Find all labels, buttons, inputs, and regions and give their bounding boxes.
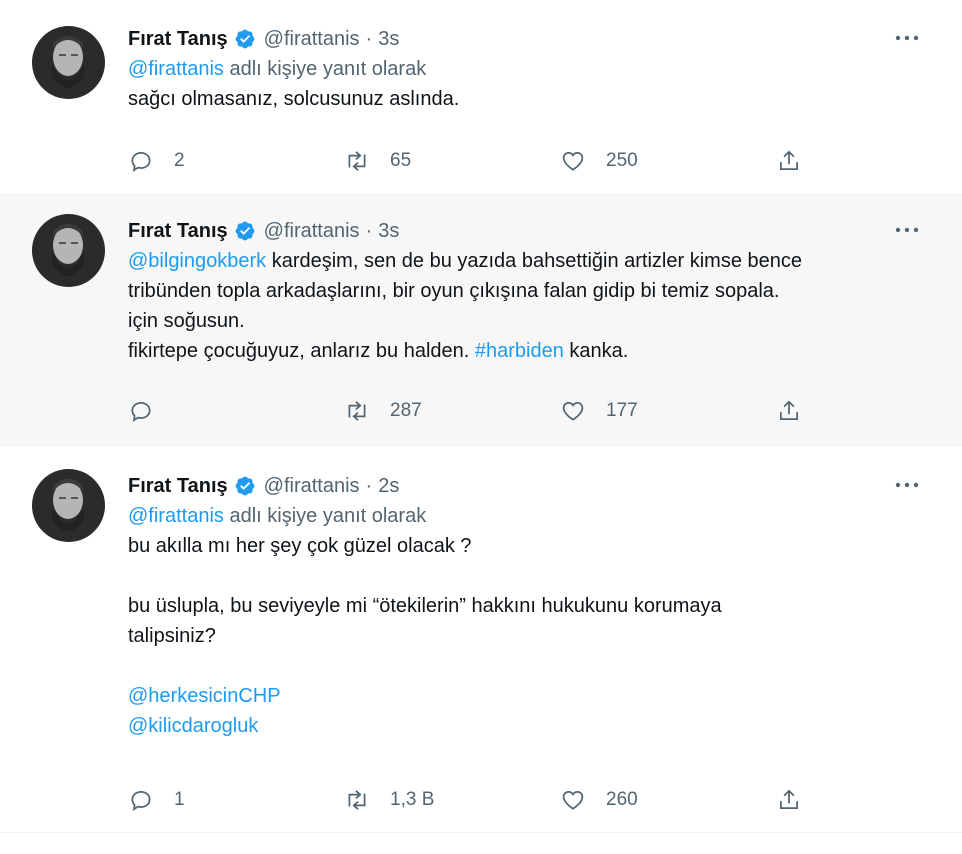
retweet-button[interactable]: 1,3 B xyxy=(344,787,560,813)
tweet-text-line: fikirtepe çocuğuyuz, anlarız bu halden. … xyxy=(128,336,922,366)
heart-icon xyxy=(562,402,584,421)
author-handle[interactable]: @firattanis xyxy=(264,475,360,498)
mention-link[interactable]: @bilgingokberk xyxy=(128,250,266,272)
author-handle[interactable]: @firattanis xyxy=(264,220,360,243)
tweet-text: @bilgingokberk kardeşim, sen de bu yazıd… xyxy=(128,246,922,366)
heart-icon xyxy=(562,152,584,171)
reply-context: @firattanis adlı kişiye yanıt olarak xyxy=(128,54,922,84)
share-icon xyxy=(780,400,798,420)
like-button[interactable]: 177 xyxy=(560,398,776,424)
like-button[interactable]: 260 xyxy=(560,787,776,813)
more-icon[interactable] xyxy=(892,473,922,497)
tweet-actions: 287 177 xyxy=(128,396,822,426)
retweet-icon xyxy=(348,151,366,171)
mention-link[interactable]: @firattanis xyxy=(128,58,224,80)
retweet-button[interactable]: 287 xyxy=(344,398,560,424)
tweet[interactable]: Fırat Tanış @firattanis · 2s @firattanis… xyxy=(0,447,962,833)
separator-dot: · xyxy=(365,474,373,497)
tweet-text-line: bu üslupla, bu seviyeyle mi “ötekilerin”… xyxy=(128,595,722,617)
text-segment: fikirtepe çocuğuyuz, anlarız bu halden. xyxy=(128,340,475,362)
separator-dot: · xyxy=(365,27,373,50)
mention-link[interactable]: @firattanis xyxy=(128,505,224,527)
timestamp[interactable]: 3s xyxy=(378,28,399,51)
share-button[interactable] xyxy=(776,148,822,174)
verified-badge-icon xyxy=(234,475,256,497)
hashtag-link[interactable]: #harbiden xyxy=(475,340,564,362)
like-button[interactable]: 250 xyxy=(560,148,776,174)
avatar[interactable] xyxy=(32,469,105,542)
separator-dot: · xyxy=(365,219,373,242)
tweet-text-line: talipsiniz? xyxy=(128,625,216,647)
tweet-text: bu akılla mı her şey çok güzel olacak ? … xyxy=(128,531,922,741)
reply-context-text: adlı kişiye yanıt olarak xyxy=(223,505,427,527)
reply-button[interactable] xyxy=(128,398,344,424)
reply-icon xyxy=(131,791,151,811)
retweet-count: 65 xyxy=(390,150,412,171)
timestamp[interactable]: 2s xyxy=(378,475,399,498)
more-icon[interactable] xyxy=(892,218,922,242)
tweet-focused[interactable]: Fırat Tanış @firattanis · 3s @bilgingokb… xyxy=(0,194,962,448)
tweet-header: Fırat Tanış @firattanis · 2s xyxy=(128,471,922,501)
retweet-icon xyxy=(348,401,366,421)
tweet-actions: 1 1,3 B 260 xyxy=(128,785,822,815)
text-segment: kanka. xyxy=(563,340,629,362)
like-count: 250 xyxy=(606,150,638,171)
tweet-header: Fırat Tanış @firattanis · 3s xyxy=(128,216,922,246)
share-button[interactable] xyxy=(776,398,822,424)
reply-context: @firattanis adlı kişiye yanıt olarak xyxy=(128,501,922,531)
more-icon[interactable] xyxy=(892,26,922,50)
tweet-actions: 2 65 250 xyxy=(128,146,822,176)
author-name[interactable]: Fırat Tanış xyxy=(128,475,228,498)
mention-link[interactable]: @kilicdarogluk xyxy=(128,711,922,741)
retweet-count: 287 xyxy=(390,400,422,421)
tweet-text-line: bu akılla mı her şey çok güzel olacak ? xyxy=(128,535,472,557)
like-count: 260 xyxy=(606,789,638,810)
reply-button[interactable]: 2 xyxy=(128,148,344,174)
tweet-text-line: tribünden topla arkadaşlarını, bir oyun … xyxy=(128,280,780,302)
author-handle[interactable]: @firattanis xyxy=(264,28,360,51)
timestamp[interactable]: 3s xyxy=(378,220,399,243)
retweet-count: 1,3 B xyxy=(390,789,435,810)
avatar[interactable] xyxy=(32,214,105,287)
tweet-text-line: için soğusun. xyxy=(128,310,245,332)
reply-count: 1 xyxy=(174,789,185,810)
share-button[interactable] xyxy=(776,787,822,813)
author-name[interactable]: Fırat Tanış xyxy=(128,220,228,243)
tweet-text: sağcı olmasanız, solcusunuz aslında. xyxy=(128,88,460,110)
reply-context-text: adlı kişiye yanıt olarak xyxy=(223,58,427,80)
reply-count: 2 xyxy=(174,150,185,171)
avatar[interactable] xyxy=(32,26,105,99)
reply-icon xyxy=(131,152,151,172)
tweet-header: Fırat Tanış @firattanis · 3s xyxy=(128,24,922,54)
retweet-button[interactable]: 65 xyxy=(344,148,560,174)
text-segment: kardeşim, sen de bu yazıda bahsettiğin a… xyxy=(266,250,802,272)
tweet-text-line: @bilgingokberk kardeşim, sen de bu yazıd… xyxy=(128,246,922,276)
verified-badge-icon xyxy=(234,28,256,50)
author-name[interactable]: Fırat Tanış xyxy=(128,28,228,51)
verified-badge-icon xyxy=(234,220,256,242)
mention-link[interactable]: @herkesicinCHP xyxy=(128,681,922,711)
heart-icon xyxy=(562,791,584,810)
reply-icon xyxy=(131,402,151,422)
share-icon xyxy=(780,150,798,170)
tweet[interactable]: Fırat Tanış @firattanis · 3s @firattanis… xyxy=(0,0,962,194)
like-count: 177 xyxy=(606,400,638,421)
retweet-icon xyxy=(348,790,366,810)
reply-button[interactable]: 1 xyxy=(128,787,344,813)
share-icon xyxy=(780,789,798,809)
